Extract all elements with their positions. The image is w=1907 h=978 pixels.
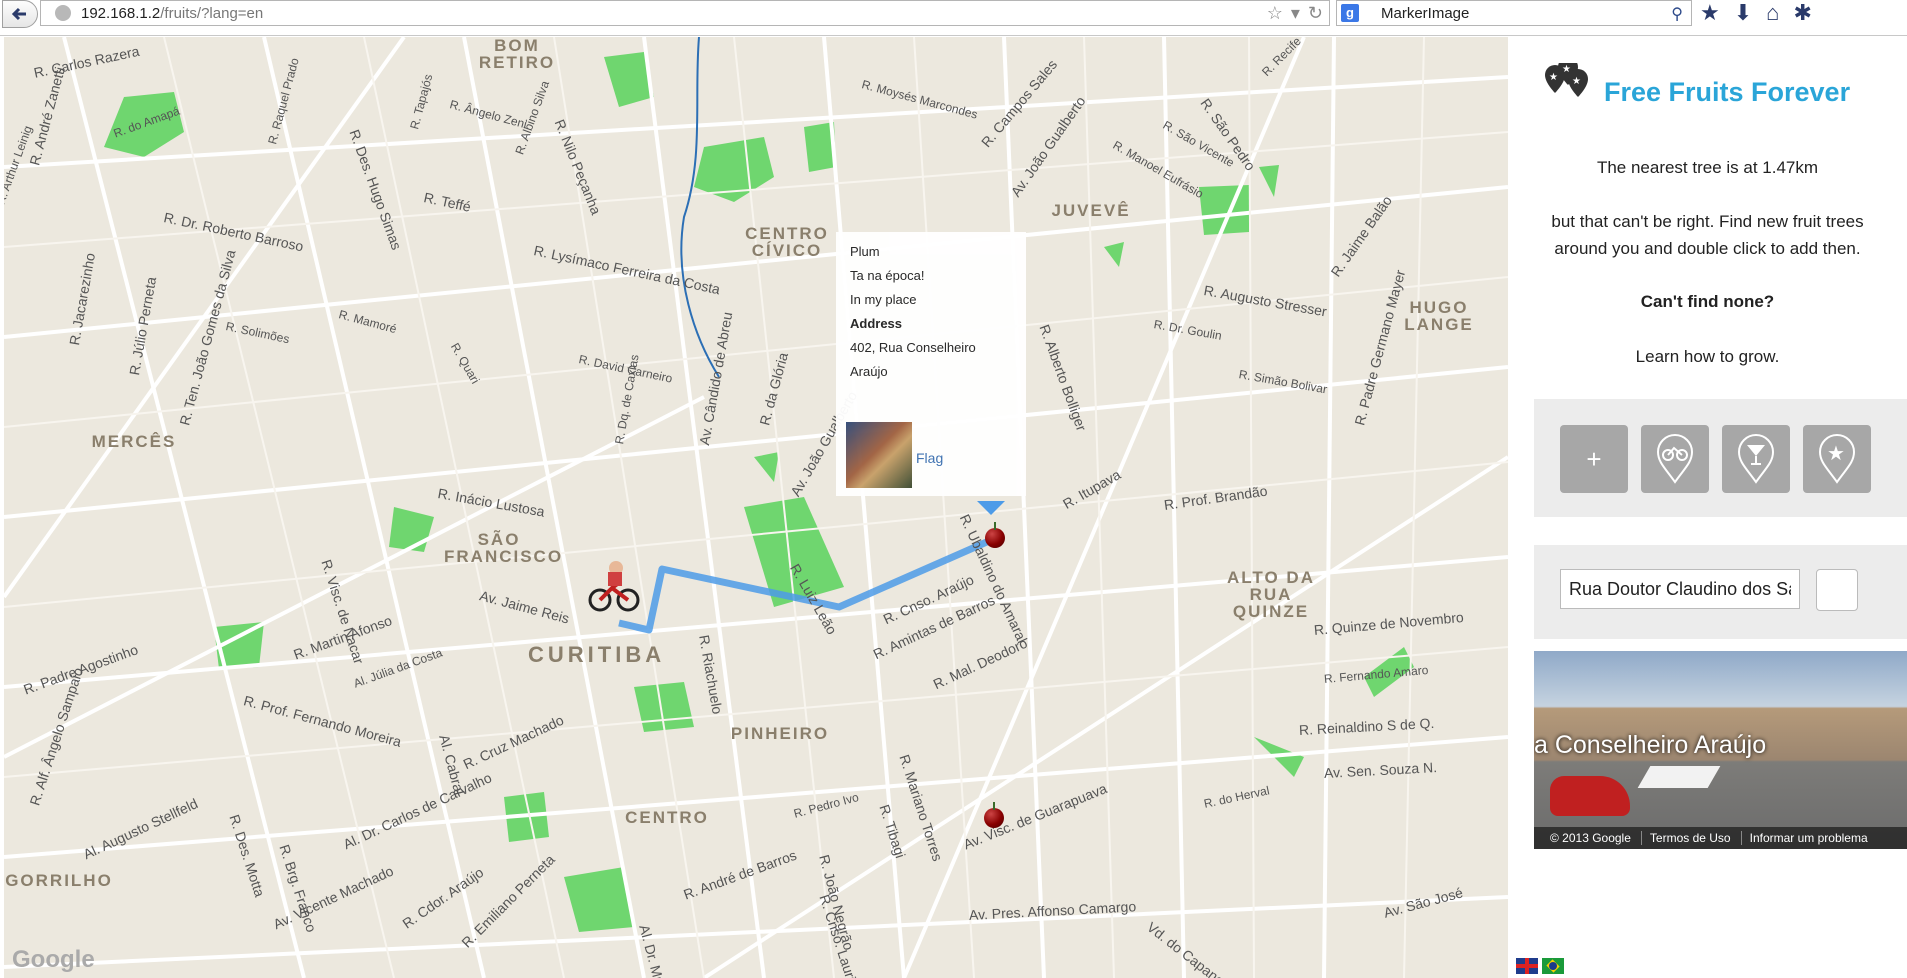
map[interactable]: R. Carlos Razera R. André Zanetti R. Art… [4, 37, 1508, 978]
url-bar[interactable]: 192.168.1.2/fruits/?lang=en ☆ ▾ ↻ [40, 0, 1330, 26]
browser-toolbar: 192.168.1.2/fruits/?lang=en ☆ ▾ ↻ g Mark… [0, 0, 1907, 36]
url-icons: ☆ ▾ ↻ [1267, 3, 1323, 24]
address-line: 402, Rua Conselheiro [850, 340, 976, 355]
brazil-flag-icon[interactable] [1542, 958, 1564, 974]
report-problem-link[interactable]: Informar um problema [1740, 831, 1868, 845]
street-view-footer: © 2013 Google Termos de Uso Informar um … [1534, 827, 1907, 849]
home-icon[interactable]: ⌂ [1766, 0, 1779, 26]
district-label: BOM RETIRO [478, 37, 556, 72]
copyright-text: © 2013 Google [1550, 831, 1631, 845]
bookmarks-icon[interactable]: ★ [1700, 0, 1720, 26]
nearest-tree-text: The nearest tree is at 1.47km [1596, 158, 1819, 177]
language-switcher [1516, 958, 1564, 974]
learn-link[interactable]: Learn how to grow. [1508, 343, 1907, 371]
search-input[interactable]: MarkerImage [1381, 5, 1469, 22]
extension-icon[interactable]: ✱ [1793, 0, 1811, 26]
street-view-title: a Conselheiro Araújo [1534, 731, 1767, 759]
district-label: CENTRO [625, 808, 709, 827]
fruit-marker[interactable] [984, 802, 1004, 828]
toolbar-icons: ★ ⬇ ⌂ ✱ [1700, 0, 1812, 26]
district-label: PINHEIRO [730, 724, 830, 743]
sidebar: ★ ★ ★ Free Fruits Forever The nearest tr… [1508, 37, 1907, 978]
address-input[interactable] [1560, 569, 1800, 609]
terms-link[interactable]: Termos de Uso [1640, 831, 1731, 845]
bookmark-star-icon[interactable]: ☆ [1267, 3, 1283, 24]
fruit-season: Ta na época! [850, 268, 925, 283]
fruit-marker[interactable] [985, 522, 1005, 548]
back-arrow-icon [11, 7, 26, 21]
app-title: Free Fruits Forever [1604, 77, 1851, 107]
district-label: MERCÊS [91, 432, 177, 451]
street-view-panel[interactable]: a Conselheiro Araújo © 2013 Google Termo… [1534, 651, 1907, 849]
svg-text:★: ★ [1827, 443, 1845, 465]
street-view-car [1550, 776, 1630, 816]
district-label: GORRILHO [5, 871, 113, 890]
svg-text:★: ★ [1572, 76, 1581, 87]
district-label: SÃO FRANCISCO [444, 530, 564, 566]
cocktail-icon [1737, 434, 1775, 484]
download-icon[interactable]: ⬇ [1734, 0, 1752, 26]
favorite-button[interactable]: ★ [1803, 425, 1871, 493]
district-label: ALTO DA RUA QUINZE [1227, 568, 1315, 621]
flag-link[interactable]: Flag [916, 450, 943, 466]
map-roads [4, 37, 1508, 978]
district-label: HUGO LANGE [1404, 298, 1474, 334]
url-path: /fruits/?lang=en [160, 5, 264, 22]
infowindow-pointer [977, 501, 1005, 515]
hint-line: around you and double click to add then. [1554, 239, 1861, 258]
drink-button[interactable] [1722, 425, 1790, 493]
uk-flag-icon[interactable] [1516, 958, 1538, 974]
address-heading: Address [850, 316, 903, 331]
address-search-panel [1534, 545, 1907, 639]
add-tree-button[interactable]: + [1560, 425, 1628, 493]
dropdown-icon[interactable]: ▾ [1291, 3, 1300, 24]
svg-text:★: ★ [1562, 64, 1571, 75]
url-host: 192.168.1.2 [81, 5, 161, 22]
action-panel: + ★ [1534, 399, 1907, 517]
fruit-place: In my place [850, 292, 917, 307]
brand-logo: ★ ★ ★ [1534, 63, 1590, 109]
cyclist-marker[interactable] [586, 560, 642, 616]
reload-icon[interactable]: ↻ [1308, 3, 1323, 24]
plus-icon: + [1586, 443, 1602, 474]
google-search-icon: g [1341, 4, 1359, 22]
star-icon: ★ [1818, 434, 1856, 484]
hint-line: but that can't be right. Find new fruit … [1551, 212, 1864, 231]
bicycle-icon [588, 561, 640, 612]
back-button[interactable] [2, 0, 38, 28]
address-search-button[interactable] [1816, 569, 1858, 611]
address-line: Araújo [850, 364, 888, 379]
tree-markers-icon: ★ ★ ★ [1545, 63, 1588, 97]
globe-icon [55, 5, 71, 21]
svg-text:★: ★ [1549, 72, 1558, 83]
user-photo [846, 422, 912, 488]
city-label: CURITIBA [528, 642, 666, 667]
google-map-logo: Google [12, 946, 95, 973]
district-label: JUVEVÊ [1051, 201, 1131, 220]
bike-route-button[interactable] [1641, 425, 1709, 493]
fruit-name: Plum [850, 244, 880, 259]
magnifier-icon[interactable]: ⚲ [1671, 4, 1683, 24]
url-text: 192.168.1.2/fruits/?lang=en [81, 5, 263, 22]
search-bar[interactable]: g MarkerImage ⚲ [1336, 0, 1692, 26]
bicycle-icon [1656, 434, 1694, 484]
district-label: CENTRO CÍVICO [745, 224, 829, 260]
cant-find-heading: Can't find none? [1640, 292, 1775, 311]
marker-infowindow: Plum Ta na época! In my place Address 40… [836, 232, 1026, 496]
street-view-nav-arrow[interactable] [1637, 766, 1721, 788]
